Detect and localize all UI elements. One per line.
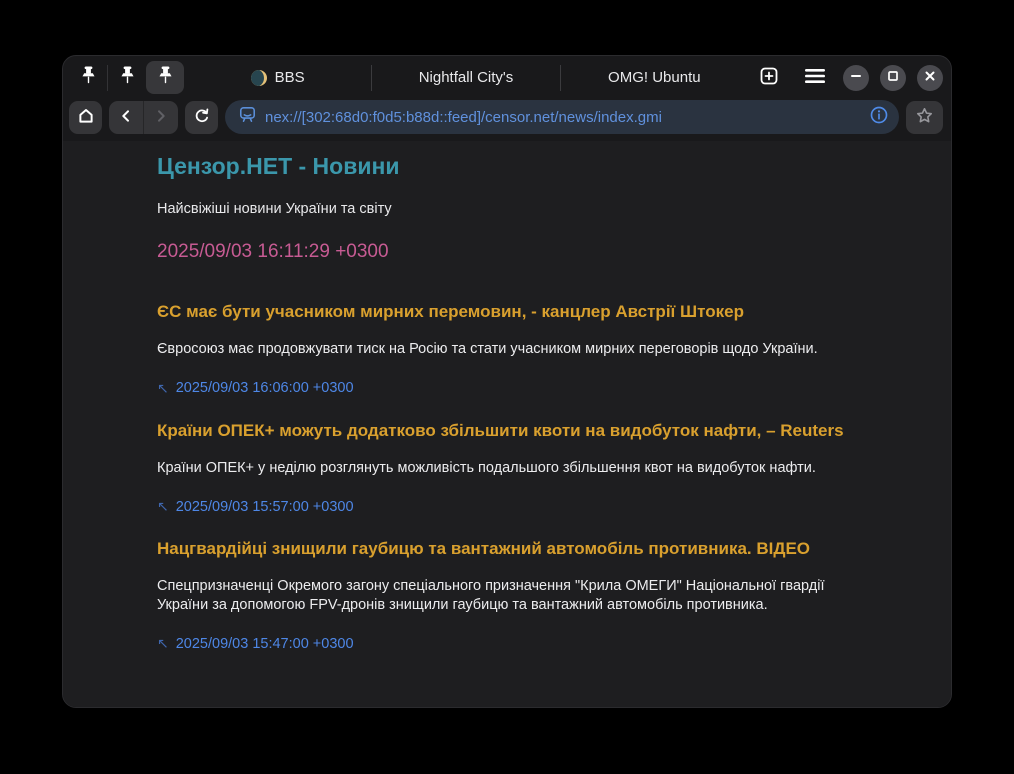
home-icon (77, 107, 95, 128)
article-link-label: 2025/09/03 15:47:00 +0300 (176, 636, 354, 652)
star-icon (915, 106, 934, 128)
crescent-moon-favicon (251, 70, 267, 86)
tab-label: BBS (275, 69, 305, 86)
link-arrow-icon: ↖ (157, 635, 169, 652)
tab-label: Nightfall City's (419, 69, 514, 86)
tab-label: OMG! Ubuntu (608, 69, 701, 86)
plus-in-square-icon (759, 66, 779, 89)
tab-bar: BBS Nightfall City's OMG! Ubuntu (63, 56, 951, 99)
tab-omg-ubuntu[interactable]: OMG! Ubuntu (561, 56, 748, 99)
menu-button[interactable] (798, 61, 832, 95)
article-link-label: 2025/09/03 16:06:00 +0300 (176, 380, 354, 396)
page-subtitle: Найсвіжіші новини України та світу (157, 201, 911, 217)
open-tabs: BBS Nightfall City's OMG! Ubuntu (184, 56, 748, 99)
retro-monitor-icon (238, 105, 257, 129)
bookmark-button[interactable] (906, 101, 943, 134)
reload-icon (193, 107, 211, 128)
desktop-background: BBS Nightfall City's OMG! Ubuntu (0, 0, 1014, 774)
back-button[interactable] (109, 101, 143, 134)
new-tab-button[interactable] (752, 61, 786, 95)
tab-nightfall-citys[interactable]: Nightfall City's (372, 56, 559, 99)
page-title: Цензор.НЕТ - Новини (157, 153, 911, 180)
url-input[interactable] (265, 109, 861, 126)
article-link-label: 2025/09/03 15:57:00 +0300 (176, 499, 354, 515)
article-summary: Країни ОПЕК+ у неділю розглянуть можливі… (157, 459, 825, 478)
page-content: Цензор.НЕТ - Новини Найсвіжіші новини Ук… (63, 141, 951, 707)
article-item: Нацгвардійці знищили гаубицю та вантажни… (157, 539, 911, 652)
info-icon[interactable] (869, 105, 889, 130)
pinned-tabs-group (69, 56, 184, 99)
navigation-bar (63, 99, 951, 141)
article-summary: Євросоюз має продовжувати тиск на Росію … (157, 340, 825, 359)
article-item: ЄС має бути учасником мирних перемовин, … (157, 302, 911, 397)
minimize-icon (850, 70, 862, 85)
minimize-button[interactable] (843, 65, 869, 91)
article-headline: Країни ОПЕК+ можуть додатково збільшити … (157, 421, 897, 441)
article-link[interactable]: ↖ 2025/09/03 15:47:00 +0300 (157, 635, 354, 652)
forward-chevron-icon (153, 108, 169, 127)
close-icon (924, 70, 936, 85)
article-summary: Спецпризначенці Окремого загону спеціаль… (157, 577, 825, 614)
article-link[interactable]: ↖ 2025/09/03 15:57:00 +0300 (157, 498, 354, 515)
maximize-button[interactable] (880, 65, 906, 91)
pinned-tab-2[interactable] (108, 61, 146, 94)
pinned-tab-3-active[interactable] (146, 61, 184, 94)
article-item: Країни ОПЕК+ можуть додатково збільшити … (157, 421, 911, 516)
forward-button[interactable] (144, 101, 178, 134)
pin-icon (159, 66, 172, 90)
pin-icon (121, 66, 134, 90)
article-link[interactable]: ↖ 2025/09/03 16:06:00 +0300 (157, 380, 354, 397)
pinned-tab-1[interactable] (69, 61, 107, 94)
home-button[interactable] (69, 101, 102, 134)
article-headline: ЄС має бути учасником мирних перемовин, … (157, 302, 897, 322)
close-button[interactable] (917, 65, 943, 91)
browser-window: BBS Nightfall City's OMG! Ubuntu (62, 55, 952, 708)
link-arrow-icon: ↖ (157, 498, 169, 515)
tab-bbs[interactable]: BBS (184, 56, 371, 99)
article-headline: Нацгвардійці знищили гаубицю та вантажни… (157, 539, 897, 559)
back-chevron-icon (118, 108, 134, 127)
history-buttons (109, 101, 178, 134)
maximize-icon (887, 70, 899, 85)
hamburger-icon (804, 68, 826, 87)
link-arrow-icon: ↖ (157, 380, 169, 397)
pin-icon (82, 66, 95, 90)
reload-button[interactable] (185, 101, 218, 134)
feed-timestamp: 2025/09/03 16:11:29 +0300 (157, 241, 911, 263)
url-field[interactable] (225, 100, 899, 134)
